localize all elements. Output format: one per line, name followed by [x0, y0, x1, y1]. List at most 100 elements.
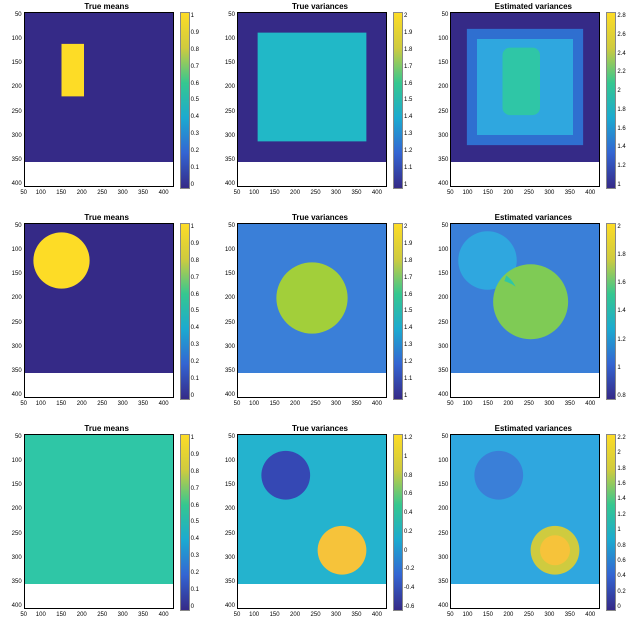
subplot-title: True variances: [292, 213, 348, 222]
colorbar: 1.210.80.60.40.20-0.2-0.4-0.6: [393, 434, 403, 611]
heatmap-image: [237, 434, 387, 584]
subplot-title: Estimated variances: [495, 424, 572, 433]
colorbar-tick-label: 0.2: [191, 570, 207, 576]
x-tick-label: 200: [503, 401, 513, 407]
colorbar-tick-label: 0.8: [617, 393, 633, 399]
y-tick-label: 300: [10, 344, 22, 350]
y-tick-label: 400: [436, 181, 448, 187]
colorbar-tick-label: 0: [617, 604, 633, 610]
subplot-title: Estimated variances: [495, 2, 572, 11]
plot-wrap: 50100150200250300350400 5010015020025030…: [24, 12, 190, 189]
y-tick-label: 250: [223, 531, 235, 537]
y-tick-label: 300: [10, 555, 22, 561]
y-tick-label: 150: [436, 271, 448, 277]
subplot-r1c1: True means 50100150200250300350400 50100…: [0, 0, 213, 211]
colorbar-tick-label: 0.1: [191, 165, 207, 171]
colorbar-tick-label: 0: [191, 393, 207, 399]
y-ticks: 50100150200250300350400: [436, 12, 448, 187]
colorbar-tick-label: 1.6: [617, 126, 633, 132]
colorbar-tick-label: 2.4: [617, 51, 633, 57]
x-tick-label: 400: [372, 190, 382, 196]
x-tick-label: 50: [234, 401, 241, 407]
colorbar-tick-label: 1.8: [617, 466, 633, 472]
x-tick-label: 250: [524, 190, 534, 196]
y-tick-label: 50: [223, 223, 235, 229]
colorbar-tick-label: 1.1: [404, 376, 420, 382]
y-tick-label: 300: [223, 133, 235, 139]
colorbar-ticks: 21.91.81.71.61.51.41.31.21.11: [404, 13, 420, 188]
colorbar-tick-label: 0.9: [191, 241, 207, 247]
y-tick-label: 150: [223, 60, 235, 66]
plot-wrap: 50100150200250300350400 5010015020025030…: [24, 434, 190, 611]
figure-grid: True means 50100150200250300350400 50100…: [0, 0, 640, 633]
x-tick-label: 50: [20, 401, 27, 407]
y-tick-label: 50: [436, 223, 448, 229]
y-ticks: 50100150200250300350400: [223, 434, 235, 609]
x-ticks: 50100150200250300350400: [237, 190, 387, 196]
x-tick-label: 50: [447, 612, 454, 618]
x-tick-label: 350: [138, 612, 148, 618]
colorbar-tick-label: 2.2: [617, 69, 633, 75]
heatmap-image: [450, 12, 600, 162]
x-ticks: 50100150200250300350400: [450, 190, 600, 196]
x-tick-label: 250: [97, 190, 107, 196]
y-tick-label: 300: [436, 344, 448, 350]
colorbar-tick-label: 1.2: [617, 163, 633, 169]
y-ticks: 50100150200250300350400: [10, 223, 22, 398]
colorbar: 21.91.81.71.61.51.41.31.21.11: [393, 223, 403, 400]
plot-wrap: 50100150200250300350400 5010015020025030…: [237, 434, 403, 611]
colorbar-tick-label: 1.6: [617, 481, 633, 487]
colorbar-tick-label: 0.2: [404, 529, 420, 535]
x-tick-label: 400: [585, 190, 595, 196]
colorbar: 10.90.80.70.60.50.40.30.20.10: [180, 434, 190, 611]
colorbar-tick-label: 1.1: [404, 165, 420, 171]
colorbar-tick-label: 0.9: [191, 452, 207, 458]
subplot-r3c2: True variances 50100150200250300350400 5…: [213, 422, 426, 633]
y-tick-label: 50: [10, 223, 22, 229]
colorbar-tick-label: 0.2: [191, 359, 207, 365]
x-tick-label: 100: [36, 612, 46, 618]
colorbar-tick-label: 1: [191, 13, 207, 19]
x-tick-label: 50: [20, 190, 27, 196]
x-tick-label: 100: [462, 612, 472, 618]
subplot-r2c1: True means 50100150200250300350400 50100…: [0, 211, 213, 422]
subplot-title: True variances: [292, 2, 348, 11]
heatmap-image: [24, 223, 174, 373]
x-tick-label: 400: [585, 401, 595, 407]
heatmap-image: [24, 12, 174, 162]
subplot-title: True means: [84, 2, 128, 11]
colorbar-tick-label: 2.2: [617, 435, 633, 441]
subplot-r3c1: True means 50100150200250300350400 50100…: [0, 422, 213, 633]
heatmap-image: [24, 434, 174, 584]
axes: 50100150200250300350400 5010015020025030…: [237, 434, 387, 609]
subplot-title: True variances: [292, 424, 348, 433]
x-ticks: 50100150200250300350400: [450, 612, 600, 618]
colorbar-tick-label: 1.5: [404, 97, 420, 103]
subplot-title: Estimated variances: [495, 213, 572, 222]
y-tick-label: 200: [10, 295, 22, 301]
colorbar-tick-label: -0.6: [404, 604, 420, 610]
colorbar-tick-label: 0.5: [191, 308, 207, 314]
colorbar-tick-label: 0.2: [191, 148, 207, 154]
colorbar-ticks: 2.221.81.61.41.210.80.60.40.20: [617, 435, 633, 610]
x-tick-label: 250: [524, 401, 534, 407]
y-tick-label: 250: [436, 531, 448, 537]
x-tick-label: 150: [56, 612, 66, 618]
y-tick-label: 350: [223, 579, 235, 585]
colorbar-tick-label: 2: [617, 224, 633, 230]
axes: 50100150200250300350400 5010015020025030…: [450, 223, 600, 398]
colorbar-tick-label: 1.2: [404, 359, 420, 365]
axes: 50100150200250300350400 5010015020025030…: [24, 12, 174, 187]
colorbar-tick-label: 1: [404, 393, 420, 399]
y-tick-label: 100: [436, 247, 448, 253]
x-tick-label: 400: [159, 190, 169, 196]
x-tick-label: 150: [270, 612, 280, 618]
y-tick-label: 400: [10, 603, 22, 609]
y-tick-label: 100: [436, 36, 448, 42]
plot-wrap: 50100150200250300350400 5010015020025030…: [237, 223, 403, 400]
colorbar-tick-label: 2: [617, 450, 633, 456]
y-tick-label: 50: [10, 434, 22, 440]
colorbar-tick-label: 2.8: [617, 13, 633, 19]
y-tick-label: 350: [436, 579, 448, 585]
x-ticks: 50100150200250300350400: [24, 612, 174, 618]
